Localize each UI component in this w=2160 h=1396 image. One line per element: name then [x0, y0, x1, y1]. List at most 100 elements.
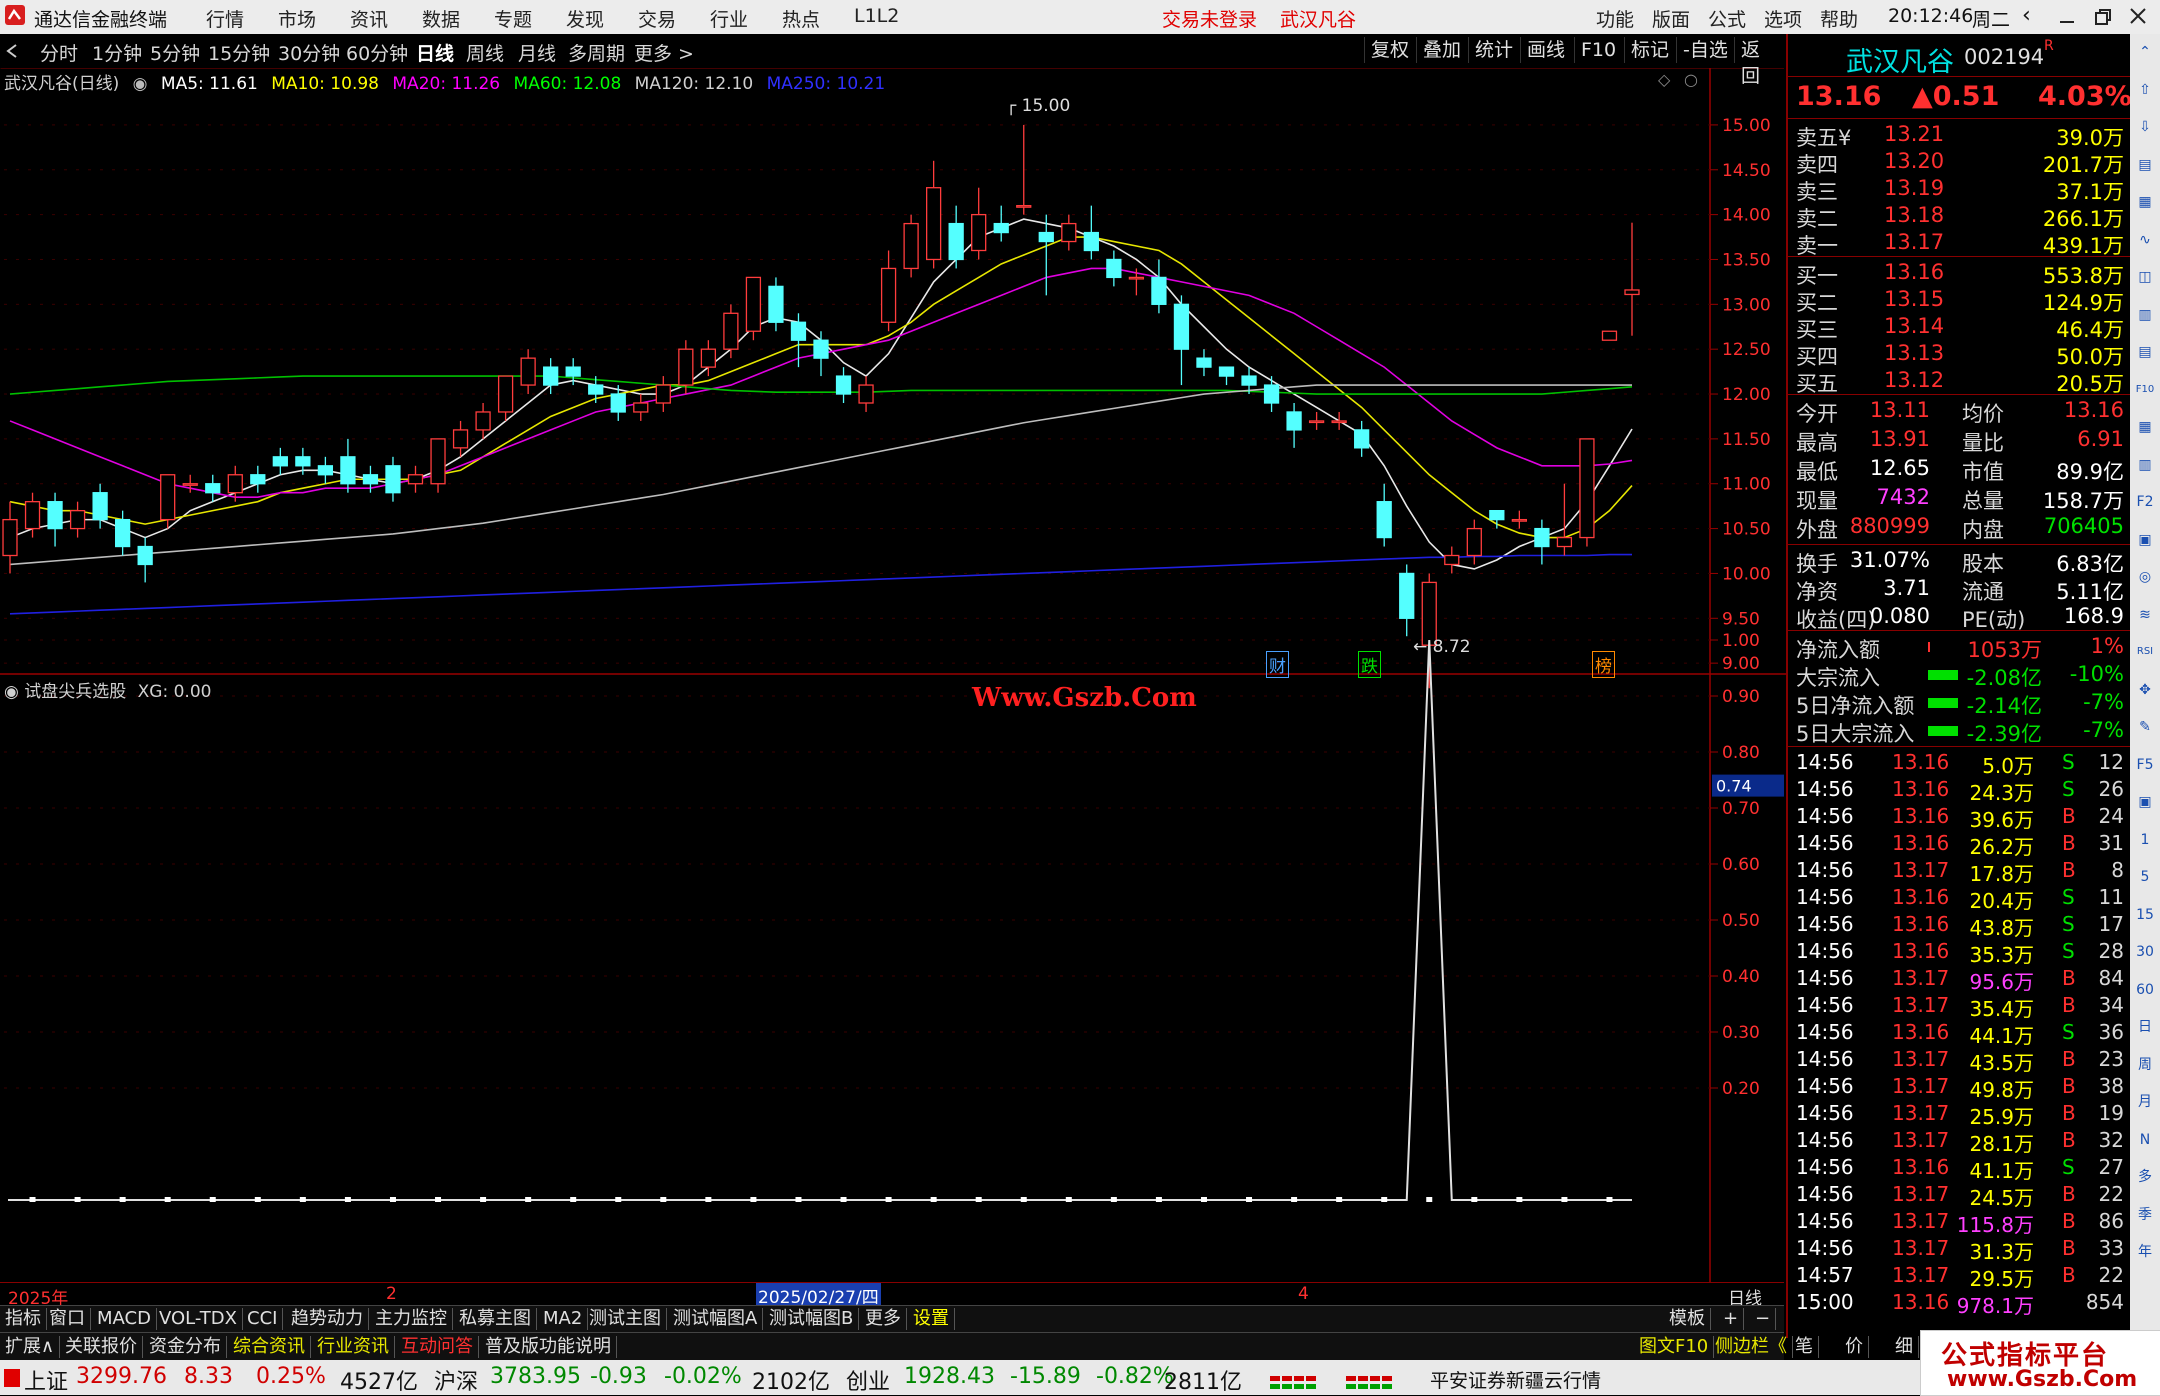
candle[interactable] [1038, 214, 1054, 296]
candle[interactable] [858, 376, 874, 412]
candle[interactable] [926, 160, 942, 269]
candle[interactable] [407, 465, 424, 493]
toolstrip-icon[interactable]: ▣ [2133, 790, 2157, 814]
toolstrip-icon[interactable]: 多 [2133, 1165, 2157, 1189]
toolstrip-icon[interactable]: ✥ [2133, 678, 2157, 702]
menu-zijinfenbu[interactable]: 资金分布 [144, 1336, 227, 1358]
toolstrip-icon[interactable]: 日 [2133, 1015, 2157, 1039]
indicator-settings-icon[interactable]: ◉ [4, 682, 19, 702]
candle[interactable] [880, 250, 897, 332]
menu-hudongwenda[interactable]: 互动问答 [396, 1336, 479, 1358]
menu-faxian[interactable]: 发现 [566, 5, 604, 32]
btn-f10[interactable]: F10 [1574, 37, 1622, 63]
candle[interactable] [47, 492, 63, 547]
tab-zhibiao[interactable]: 指标 [0, 1308, 47, 1330]
menu-zixun[interactable]: 资讯 [350, 5, 388, 32]
candle[interactable] [723, 304, 739, 359]
candle[interactable] [655, 376, 671, 412]
toolstrip-icon[interactable]: 60 [2133, 978, 2157, 1002]
back-icon[interactable]: ‹ [2022, 3, 2031, 28]
candle[interactable] [1399, 564, 1415, 637]
period-weekly[interactable]: 周线 [466, 39, 504, 66]
toolstrip-icon[interactable]: ◎ [2133, 565, 2157, 589]
candle[interactable] [1286, 403, 1302, 448]
restore-icon[interactable] [2094, 8, 2112, 31]
menu-xuanxiang[interactable]: 选项 [1764, 5, 1802, 32]
period-15min[interactable]: 15分钟 [208, 39, 270, 66]
period-daily[interactable]: 日线 [416, 39, 454, 66]
candle[interactable] [1601, 330, 1618, 341]
toolstrip-icon[interactable]: 季 [2133, 1203, 2157, 1227]
period-fenshi[interactable]: 分时 [40, 39, 78, 66]
period-1min[interactable]: 1分钟 [92, 39, 142, 66]
tab-vol-tdx[interactable]: VOL-TDX [154, 1308, 243, 1330]
menu-pujiban[interactable]: 普及版功能说明 [480, 1336, 617, 1358]
candle[interactable] [1308, 411, 1325, 430]
candle[interactable] [1173, 295, 1190, 386]
minimize-icon[interactable] [2058, 8, 2076, 31]
btn-biaoji[interactable]: 标记 [1624, 37, 1675, 63]
menu-tuwenf10[interactable]: 图文F10 [1634, 1336, 1715, 1358]
toolstrip-icon[interactable]: ▣ [2133, 528, 2157, 552]
menu-kuozhan[interactable]: 扩展∧ [0, 1336, 61, 1358]
btn-tongji[interactable]: 统计 [1468, 37, 1519, 63]
toolstrip-icon[interactable]: ▦ [2133, 190, 2157, 214]
toolstrip-icon[interactable]: ▦ [2133, 415, 2157, 439]
menu-jia[interactable]: 价 [1840, 1336, 1869, 1358]
candle[interactable] [182, 474, 198, 493]
menu-shichang[interactable]: 市场 [278, 5, 316, 32]
candle[interactable] [768, 277, 784, 332]
close-icon[interactable] [2128, 6, 2148, 31]
menu-zhuanti[interactable]: 专题 [494, 5, 532, 32]
candle[interactable] [1218, 366, 1235, 386]
tab-gengduo[interactable]: 更多 [860, 1308, 907, 1330]
btn-zixuan[interactable]: -自选 [1676, 37, 1734, 63]
menu-gongshi[interactable]: 公式 [1708, 5, 1746, 32]
toolstrip-icon[interactable]: ✎ [2133, 715, 2157, 739]
candle[interactable] [1061, 214, 1077, 251]
menu-banmian[interactable]: 版面 [1652, 5, 1690, 32]
toolstrip-icon[interactable]: 周 [2133, 1053, 2157, 1077]
event-tag-cai[interactable]: 财 [1266, 651, 1289, 678]
candle[interactable] [115, 510, 131, 556]
menu-bi[interactable]: 笔 [1790, 1336, 1819, 1358]
period-more[interactable]: 更多 > [634, 39, 694, 66]
tab-ceshifutuB[interactable]: 测试幅图B [764, 1308, 860, 1330]
zoom-in-icon[interactable]: + [1718, 1308, 1745, 1330]
toolstrip-icon[interactable]: 1 [2133, 828, 2157, 852]
candle[interactable] [1466, 519, 1482, 565]
toolstrip-icon[interactable]: ▥ [2133, 303, 2157, 327]
candle[interactable] [452, 420, 469, 457]
candle[interactable] [1083, 205, 1099, 260]
toolstrip-icon[interactable]: ≋ [2133, 603, 2157, 627]
toolstrip-icon[interactable]: ▤ [2133, 340, 2157, 364]
menu-hangqing[interactable]: 行情 [206, 5, 244, 32]
tab-macd[interactable]: MACD [92, 1308, 157, 1330]
candle[interactable] [1151, 259, 1167, 314]
event-tag-die[interactable]: 跌 [1358, 651, 1381, 678]
period-monthly[interactable]: 月线 [518, 39, 556, 66]
candle[interactable] [835, 367, 852, 403]
candle[interactable] [1106, 250, 1122, 287]
tab-ma2[interactable]: MA2 [538, 1308, 589, 1330]
candle[interactable] [813, 331, 829, 377]
btn-huaxian[interactable]: 画线 [1520, 37, 1571, 63]
candle[interactable] [250, 465, 266, 493]
candle[interactable] [903, 214, 919, 278]
toolstrip-icon[interactable]: ▤ [2133, 153, 2157, 177]
toolstrip-icon[interactable]: 5 [2133, 865, 2157, 889]
period-60min[interactable]: 60分钟 [346, 39, 408, 66]
sidebar-toggle-icon[interactable] [4, 43, 20, 63]
menu-bangzhu[interactable]: 帮助 [1820, 5, 1858, 32]
tab-ceshizhutu[interactable]: 测试主图 [584, 1308, 667, 1330]
candle[interactable] [475, 403, 491, 439]
toolstrip-icon[interactable]: 月 [2133, 1090, 2157, 1114]
tab-simuzhutu[interactable]: 私募主图 [454, 1308, 537, 1330]
candle[interactable] [1534, 519, 1550, 565]
toolstrip-icon[interactable]: RSI [2133, 640, 2157, 664]
zoom-out-icon[interactable]: − [1750, 1308, 1777, 1330]
toolstrip-icon[interactable]: F2 [2133, 490, 2157, 514]
menu-hangyezixun[interactable]: 行业资讯 [312, 1336, 395, 1358]
candle[interactable] [2, 501, 18, 574]
candle[interactable] [993, 205, 1009, 242]
